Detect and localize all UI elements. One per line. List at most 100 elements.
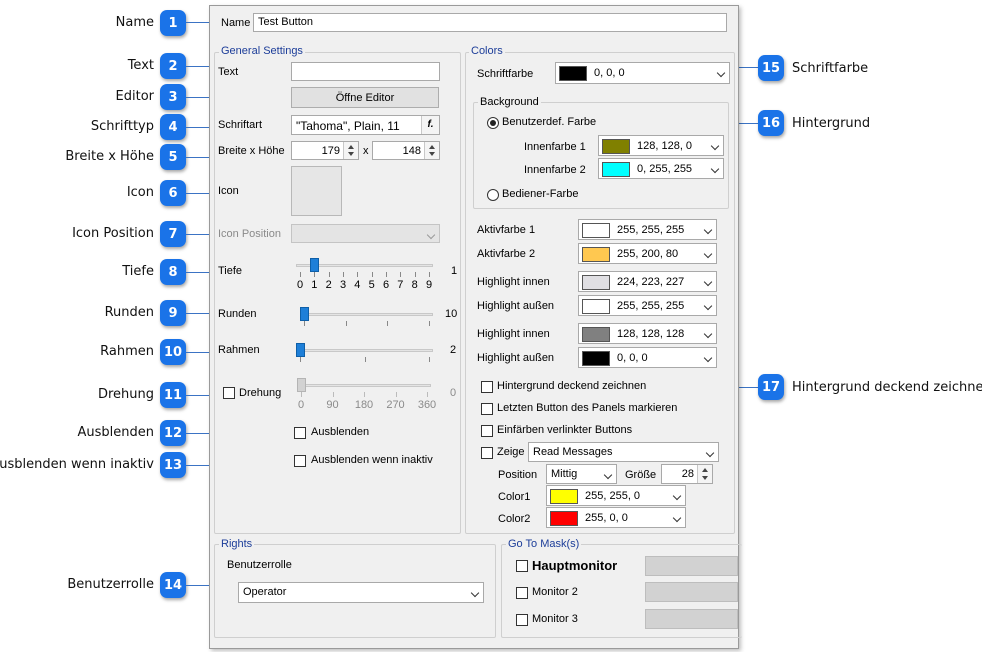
slider-tick	[300, 357, 301, 362]
chevron-down-icon	[426, 230, 436, 240]
icon-preview[interactable]	[291, 166, 342, 216]
color-swatch	[550, 511, 578, 526]
height-value: 148	[402, 145, 421, 157]
main-monitor-mask-field[interactable]	[645, 556, 738, 576]
width-value: 179	[321, 145, 340, 157]
callout-badge-4: 4	[160, 114, 186, 140]
show-label: Zeige	[497, 446, 525, 458]
font-chooser-icon[interactable]: f.	[421, 116, 439, 134]
callout-badge-17: 17	[758, 374, 784, 400]
color-swatch	[602, 139, 630, 154]
user-defined-color-radio[interactable]	[487, 117, 499, 129]
depth-slider[interactable]: 0123456789	[296, 251, 433, 291]
position-select[interactable]: Mittig	[546, 464, 617, 484]
main-monitor-label: Hauptmonitor	[532, 558, 618, 573]
rotation-checkbox[interactable]	[223, 387, 235, 399]
slider-thumb[interactable]	[310, 258, 320, 272]
chevron-down-icon	[672, 513, 682, 523]
mark-last-button-checkbox[interactable]	[481, 403, 493, 415]
slider-tick-label: 7	[397, 279, 404, 291]
slider-tick	[364, 392, 365, 397]
slider-tick	[332, 392, 334, 397]
hide-label: Ausblenden	[311, 426, 370, 438]
chevron-down-icon	[710, 141, 720, 151]
active2-color-select[interactable]: 255, 200, 80	[578, 243, 717, 264]
callout-badge-12: 12	[160, 420, 186, 446]
hl-inner-a-color-select[interactable]: 224, 223, 227	[578, 271, 717, 292]
role-select[interactable]: Operator	[238, 582, 484, 603]
color1-value: 255, 255, 0	[585, 490, 641, 502]
opaque-background-checkbox[interactable]	[481, 381, 493, 393]
inner1-color-select[interactable]: 128, 128, 0	[598, 135, 724, 156]
monitor2-checkbox[interactable]	[516, 587, 528, 599]
rotation-label: Drehung	[239, 387, 282, 399]
hide-checkbox[interactable]	[294, 427, 306, 439]
font-value: "Tahoma", Plain, 11	[296, 119, 400, 133]
width-stepper[interactable]: 179	[291, 141, 359, 160]
height-stepper[interactable]: 148	[372, 141, 440, 160]
font-field[interactable]: "Tahoma", Plain, 11 f.	[291, 115, 440, 135]
callout-badge-7: 7	[160, 221, 186, 247]
color1-label: Color1	[498, 491, 531, 503]
text-input[interactable]	[291, 62, 440, 81]
chevron-down-icon	[603, 470, 613, 480]
slider-tick	[386, 272, 387, 277]
color1-select[interactable]: 255, 255, 0	[546, 485, 686, 506]
callout-label-text: Text	[127, 58, 154, 73]
monitor3-mask-field[interactable]	[645, 609, 738, 629]
slider-tick-label: 4	[354, 279, 361, 291]
inner1-value: 128, 128, 0	[637, 140, 693, 152]
tint-linked-label: Einfärben verlinkter Buttons	[497, 424, 633, 436]
monitor3-checkbox[interactable]	[516, 614, 528, 626]
mark-last-button-label: Letzten Button des Panels markieren	[497, 402, 678, 414]
spin-arrows-icon[interactable]	[424, 142, 439, 159]
round-slider[interactable]	[300, 301, 433, 326]
callout-badge-1: 1	[160, 10, 186, 36]
tint-linked-checkbox[interactable]	[481, 425, 493, 437]
slider-thumb	[297, 378, 306, 392]
slider-thumb[interactable]	[296, 343, 305, 357]
size-value: 28	[681, 468, 694, 480]
slider-tick-label: 0	[296, 279, 304, 291]
name-input[interactable]: Test Button	[253, 13, 727, 32]
hl-outer-a-value: 255, 255, 255	[617, 300, 685, 312]
slider-tick-label: 2	[325, 279, 332, 291]
inner2-value: 0, 255, 255	[637, 163, 693, 175]
role-label: Benutzerrolle	[227, 559, 292, 571]
text-label: Text	[218, 66, 239, 78]
slider-track	[300, 313, 433, 316]
slider-tick	[429, 321, 430, 326]
callout-label-tiefe: Tiefe	[122, 264, 154, 279]
spin-arrows-icon[interactable]	[343, 142, 358, 159]
callout-badge-13: 13	[160, 452, 186, 478]
show-checkbox[interactable]	[481, 447, 493, 459]
color-swatch	[582, 247, 610, 262]
monitor2-mask-field[interactable]	[645, 582, 738, 602]
slider-tick-label: 3	[339, 279, 347, 291]
slider-tick-label: 6	[382, 279, 390, 291]
slider-thumb[interactable]	[300, 307, 309, 321]
color2-select[interactable]: 255, 0, 0	[546, 507, 686, 528]
active2-label: Aktivfarbe 2	[477, 248, 536, 260]
size-stepper[interactable]: 28	[661, 464, 713, 484]
hl-inner-b-color-select[interactable]: 128, 128, 128	[578, 323, 717, 344]
operator-color-radio[interactable]	[487, 189, 499, 201]
hide-inactive-checkbox[interactable]	[294, 455, 306, 467]
role-value: Operator	[243, 586, 287, 598]
hl-outer-a-color-select[interactable]: 255, 255, 255	[578, 295, 717, 316]
show-select[interactable]: Read Messages	[528, 442, 719, 462]
hl-inner-a-label: Highlight innen	[477, 276, 550, 288]
open-editor-button[interactable]: Öffne Editor	[291, 87, 439, 108]
active1-color-select[interactable]: 255, 255, 255	[578, 219, 717, 240]
button-properties-dialog: Name Test Button General Settings Text Ö…	[209, 5, 742, 649]
depth-label: Tiefe	[218, 265, 243, 277]
hl-outer-b-label: Highlight außen	[477, 352, 555, 364]
icon-position-select	[291, 224, 440, 243]
spin-arrows-icon[interactable]	[697, 465, 712, 483]
main-monitor-checkbox[interactable]	[516, 560, 528, 572]
active2-value: 255, 200, 80	[617, 248, 679, 260]
hl-outer-b-color-select[interactable]: 0, 0, 0	[578, 347, 717, 368]
font-color-select[interactable]: 0, 0, 0	[555, 62, 730, 84]
inner2-color-select[interactable]: 0, 255, 255	[598, 158, 724, 179]
frame-slider[interactable]	[296, 337, 433, 362]
